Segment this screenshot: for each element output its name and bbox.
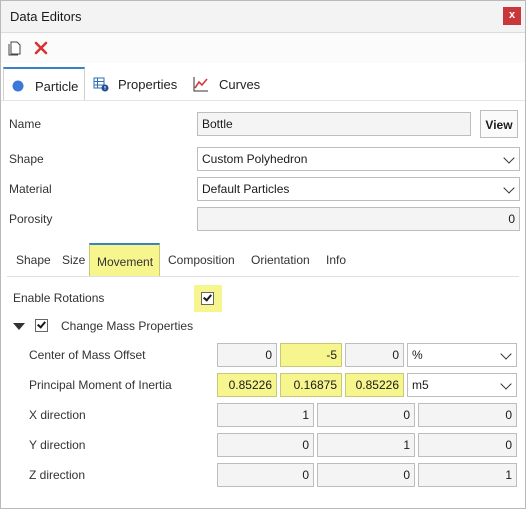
- com-unit-select[interactable]: %: [407, 343, 517, 367]
- com-y-field[interactable]: -5: [280, 343, 342, 367]
- main-tabs: Particle Properties Curves: [1, 67, 525, 101]
- z-direction-y-field[interactable]: 0: [317, 463, 415, 487]
- window-title: Data Editors: [10, 9, 82, 24]
- x-direction-y-field[interactable]: 0: [317, 403, 415, 427]
- view-button[interactable]: View: [480, 110, 518, 138]
- tab-info[interactable]: Info: [317, 243, 355, 277]
- change-mass-label: Change Mass Properties: [61, 319, 194, 333]
- subtabs-divider: [7, 276, 519, 277]
- shape-select-value: Custom Polyhedron: [202, 152, 308, 166]
- x-direction-x-field[interactable]: 1: [217, 403, 314, 427]
- chevron-down-icon: [500, 378, 512, 390]
- data-editors-window: Data Editors x Particle Properties Curve…: [0, 0, 526, 509]
- y-direction-z-field[interactable]: 0: [418, 433, 517, 457]
- line-chart-icon: [193, 76, 209, 95]
- tab-info-label: Info: [326, 253, 347, 267]
- tab-properties-label: Properties: [118, 77, 178, 92]
- shape-select[interactable]: Custom Polyhedron: [197, 147, 520, 171]
- checkmark-icon: [37, 319, 46, 329]
- circle-icon: [12, 80, 24, 95]
- checkmark-icon: [203, 292, 212, 302]
- enable-rotations-label: Enable Rotations: [13, 291, 105, 305]
- name-field[interactable]: Bottle: [197, 112, 471, 136]
- tab-size-label: Size: [62, 253, 86, 267]
- material-label: Material: [9, 182, 52, 196]
- z-direction-label: Z direction: [29, 468, 86, 482]
- toolbar: [1, 33, 525, 63]
- tab-properties[interactable]: Properties: [87, 67, 183, 101]
- tab-shape[interactable]: Shape: [7, 243, 55, 277]
- chevron-down-icon: [503, 182, 515, 194]
- material-select[interactable]: Default Particles: [197, 177, 520, 201]
- pmi-x-field[interactable]: 0.85226: [217, 373, 277, 397]
- y-direction-x-field[interactable]: 0: [217, 433, 314, 457]
- tab-curves[interactable]: Curves: [185, 67, 267, 101]
- com-z-field[interactable]: 0: [345, 343, 404, 367]
- sub-tabs: Shape Size Movement Composition Orientat…: [7, 243, 519, 277]
- y-direction-y-field[interactable]: 1: [317, 433, 415, 457]
- tab-shape-label: Shape: [16, 253, 51, 267]
- pmi-y-field[interactable]: 0.16875: [280, 373, 342, 397]
- x-direction-z-field[interactable]: 0: [418, 403, 517, 427]
- z-direction-z-field[interactable]: 1: [418, 463, 517, 487]
- tab-movement[interactable]: Movement: [89, 243, 160, 277]
- x-direction-label: X direction: [29, 408, 86, 422]
- expand-triangle-icon[interactable]: [13, 323, 25, 330]
- pmi-unit-select[interactable]: m5: [407, 373, 517, 397]
- close-button[interactable]: x: [503, 7, 521, 25]
- document-icon[interactable]: [7, 40, 23, 56]
- porosity-label: Porosity: [9, 212, 53, 226]
- material-select-value: Default Particles: [202, 182, 290, 196]
- com-label: Center of Mass Offset: [29, 348, 146, 362]
- com-unit-value: %: [412, 348, 423, 362]
- name-label: Name: [9, 117, 42, 131]
- tab-orientation[interactable]: Orientation: [243, 243, 317, 277]
- y-direction-label: Y direction: [29, 438, 86, 452]
- tabs-divider: [1, 100, 525, 101]
- com-x-field[interactable]: 0: [217, 343, 277, 367]
- z-direction-x-field[interactable]: 0: [217, 463, 314, 487]
- tab-composition[interactable]: Composition: [161, 243, 243, 277]
- porosity-field[interactable]: 0: [197, 207, 520, 231]
- title-bar: Data Editors x: [1, 1, 525, 33]
- change-mass-checkbox[interactable]: [35, 319, 48, 332]
- pmi-label: Principal Moment of Inertia: [29, 378, 172, 392]
- tab-curves-label: Curves: [219, 77, 261, 92]
- enable-rotations-checkbox[interactable]: [201, 292, 214, 305]
- red-x-icon[interactable]: [33, 40, 49, 56]
- pmi-z-field[interactable]: 0.85226: [345, 373, 404, 397]
- tab-size[interactable]: Size: [55, 243, 89, 277]
- tab-particle[interactable]: Particle: [3, 67, 85, 101]
- shape-label: Shape: [9, 152, 44, 166]
- tab-movement-label: Movement: [97, 255, 154, 269]
- tab-composition-label: Composition: [168, 253, 235, 267]
- tab-particle-label: Particle: [35, 79, 79, 94]
- chevron-down-icon: [503, 152, 515, 164]
- tab-orientation-label: Orientation: [251, 253, 310, 267]
- pmi-unit-value: m5: [412, 378, 429, 392]
- properties-grid-icon: [93, 76, 109, 95]
- chevron-down-icon: [500, 348, 512, 360]
